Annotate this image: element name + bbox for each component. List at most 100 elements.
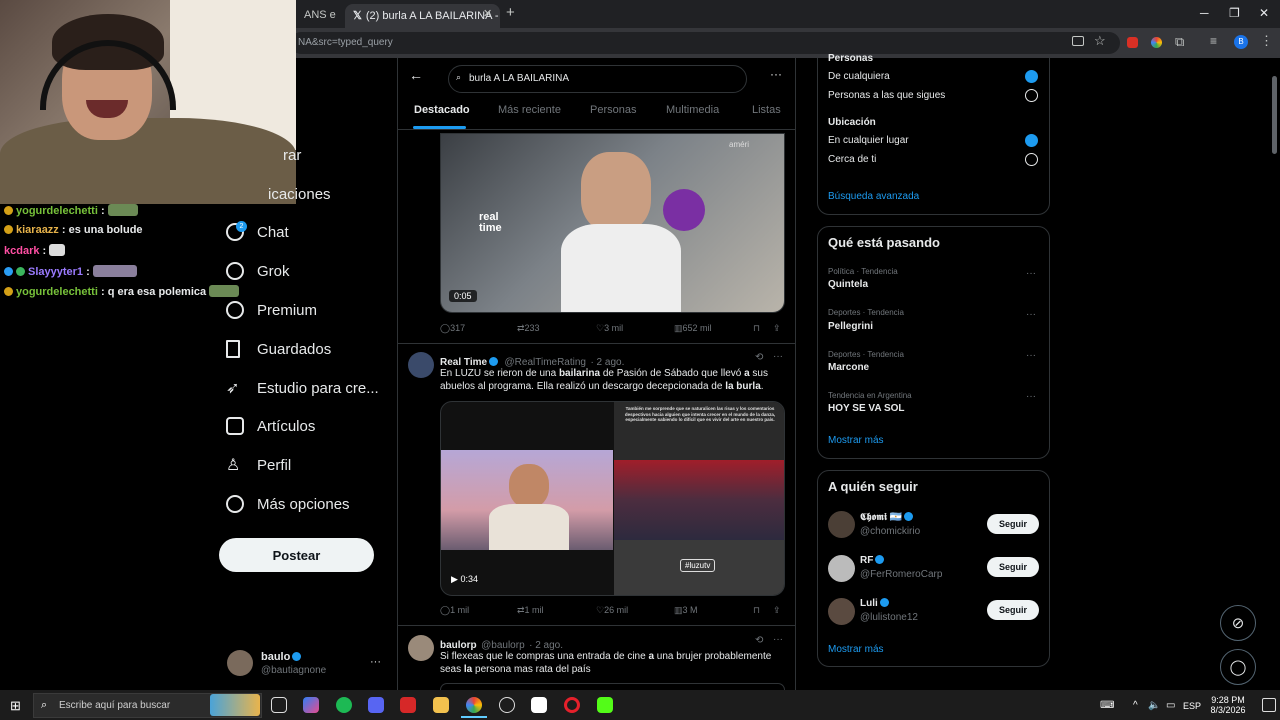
- nav-chat[interactable]: Chat: [226, 218, 289, 246]
- trend-name[interactable]: Quintela: [828, 279, 868, 290]
- grok-fab-icon[interactable]: ⊘: [1220, 605, 1256, 641]
- nav-notifications[interactable]: icaciones: [268, 180, 331, 208]
- play-icon[interactable]: ▶: [451, 574, 458, 584]
- follow-name[interactable]: 𝕮𝖍𝖔𝖒𝖎 🇦🇷: [860, 512, 915, 523]
- account-name[interactable]: baulo: [261, 651, 303, 663]
- opera-icon[interactable]: [564, 697, 580, 713]
- filter-option[interactable]: Personas a las que sigues: [828, 90, 945, 101]
- follow-avatar[interactable]: [828, 511, 855, 538]
- share-icon[interactable]: ⇪: [773, 323, 781, 334]
- trend-name[interactable]: HOY SE VA SOL: [828, 403, 905, 414]
- views-button[interactable]: ▥ 652 mil: [674, 323, 712, 334]
- share-icon[interactable]: ⇪: [773, 605, 781, 616]
- menu-kebab-icon[interactable]: ⋮: [1260, 33, 1273, 49]
- trend-more-button[interactable]: ···: [1026, 309, 1036, 320]
- task-view-icon[interactable]: [271, 697, 287, 713]
- nav-premium[interactable]: Premium: [226, 296, 317, 324]
- nav-more-options[interactable]: Más opciones: [226, 490, 350, 518]
- reply-button[interactable]: ◯ 1 mil: [440, 605, 469, 616]
- follow-show-more[interactable]: Mostrar más: [828, 644, 884, 655]
- copilot-icon[interactable]: [303, 697, 319, 713]
- tab-recent[interactable]: Más reciente: [498, 104, 561, 116]
- trend-more-button[interactable]: ···: [1026, 391, 1036, 402]
- nav-grok[interactable]: Grok: [226, 257, 290, 285]
- trend-more-button[interactable]: ···: [1026, 268, 1036, 279]
- trend-name[interactable]: Marcone: [828, 362, 869, 373]
- follow-button[interactable]: Seguir: [987, 557, 1039, 577]
- tweet-avatar[interactable]: [408, 635, 434, 661]
- discord-icon[interactable]: [368, 697, 384, 713]
- tab-lists[interactable]: Listas: [752, 104, 781, 116]
- search-more-button[interactable]: ···: [770, 67, 782, 81]
- views-button[interactable]: ▥ 3 M: [674, 605, 698, 616]
- nav-creator-studio[interactable]: ➶ Estudio para cre...: [226, 374, 379, 402]
- advanced-search-link[interactable]: Búsqueda avanzada: [828, 191, 919, 202]
- follow-button[interactable]: Seguir: [987, 514, 1039, 534]
- chrome-icon[interactable]: [466, 697, 482, 713]
- follow-avatar[interactable]: [828, 598, 855, 625]
- browser-tab[interactable]: ANS e: [296, 4, 344, 28]
- radio-checked-icon[interactable]: [1025, 134, 1038, 147]
- address-bar[interactable]: NA&src=typed_query: [290, 32, 1120, 54]
- repost-button[interactable]: ⇄ 233: [517, 323, 540, 334]
- windows-start-icon[interactable]: ⊞: [10, 698, 21, 714]
- network-icon[interactable]: ▭: [1166, 700, 1175, 711]
- kick-icon[interactable]: [597, 697, 613, 713]
- tab-featured[interactable]: Destacado: [414, 104, 470, 116]
- filter-option[interactable]: Cerca de ti: [828, 154, 876, 165]
- grok-icon[interactable]: ⟲: [755, 352, 763, 363]
- radio-checked-icon[interactable]: [1025, 70, 1038, 83]
- follow-button[interactable]: Seguir: [987, 600, 1039, 620]
- reply-button[interactable]: ◯ 317: [440, 323, 465, 334]
- extension-icon[interactable]: [1151, 37, 1162, 48]
- close-tab-icon[interactable]: ✕: [483, 7, 492, 20]
- notifications-icon[interactable]: [1262, 698, 1276, 712]
- account-menu-button[interactable]: ···: [370, 656, 381, 668]
- close-window-button[interactable]: ✕: [1259, 6, 1269, 20]
- messages-fab-icon[interactable]: ◯: [1220, 649, 1256, 685]
- bookmark-icon[interactable]: ⊓: [753, 605, 760, 616]
- radio-icon[interactable]: [1025, 89, 1038, 102]
- app-icon[interactable]: [531, 697, 547, 713]
- tray-chevron-icon[interactable]: ^: [1133, 700, 1138, 711]
- follow-name[interactable]: RF: [860, 555, 886, 566]
- browser-tab-active[interactable]: 𝕏(2) burla A LA BAILARINA - Bus: [345, 4, 500, 28]
- nav-profile[interactable]: ♙ Perfil: [226, 451, 291, 479]
- grok-icon[interactable]: ⟲: [755, 635, 763, 646]
- obs-icon[interactable]: [499, 697, 515, 713]
- trend-more-button[interactable]: ···: [1026, 350, 1036, 361]
- reading-list-icon[interactable]: ≡: [1210, 34, 1217, 48]
- taskbar-clock[interactable]: 9:28 PM 8/3/2026: [1208, 695, 1248, 715]
- nav-articles[interactable]: Artículos: [226, 412, 315, 440]
- nav-bookmarks[interactable]: Guardados: [226, 335, 331, 363]
- keyboard-icon[interactable]: ⌨: [1100, 700, 1114, 711]
- volume-icon[interactable]: 🔈: [1148, 700, 1160, 711]
- filter-option[interactable]: De cualquiera: [828, 71, 890, 82]
- like-button[interactable]: ♡ 26 mil: [596, 605, 628, 616]
- new-tab-button[interactable]: +: [506, 4, 515, 21]
- tweet-avatar[interactable]: [408, 352, 434, 378]
- bookmark-icon[interactable]: ⊓: [753, 323, 760, 334]
- follow-avatar[interactable]: [828, 555, 855, 582]
- tweet-video[interactable]: real time améri 0:05: [440, 133, 785, 313]
- trend-name[interactable]: Pellegrini: [828, 321, 873, 332]
- cast-icon[interactable]: [1072, 36, 1084, 46]
- account-avatar[interactable]: [227, 650, 253, 676]
- search-input[interactable]: ⌕ burla A LA BAILARINA: [448, 65, 747, 93]
- trends-show-more[interactable]: Mostrar más: [828, 435, 884, 446]
- bookmark-star-icon[interactable]: ☆: [1094, 33, 1106, 49]
- repost-button[interactable]: ⇄ 1 mil: [517, 605, 544, 616]
- filter-option[interactable]: En cualquier lugar: [828, 135, 909, 146]
- maximize-button[interactable]: ❐: [1229, 6, 1240, 20]
- tweet-video[interactable]: También me sorprende que se naturalicen …: [440, 401, 785, 596]
- radio-icon[interactable]: [1025, 153, 1038, 166]
- extension-icon[interactable]: [1127, 37, 1138, 48]
- tweet-more-button[interactable]: ···: [773, 634, 783, 645]
- minimize-button[interactable]: ─: [1200, 6, 1209, 20]
- nav-explore[interactable]: rar: [283, 141, 301, 169]
- tab-people[interactable]: Personas: [590, 104, 636, 116]
- voicemeeter-icon[interactable]: [400, 697, 416, 713]
- back-arrow-icon[interactable]: ←: [409, 67, 423, 83]
- page-scrollbar[interactable]: [1272, 76, 1277, 154]
- puzzle-icon[interactable]: ⧉: [1175, 34, 1184, 50]
